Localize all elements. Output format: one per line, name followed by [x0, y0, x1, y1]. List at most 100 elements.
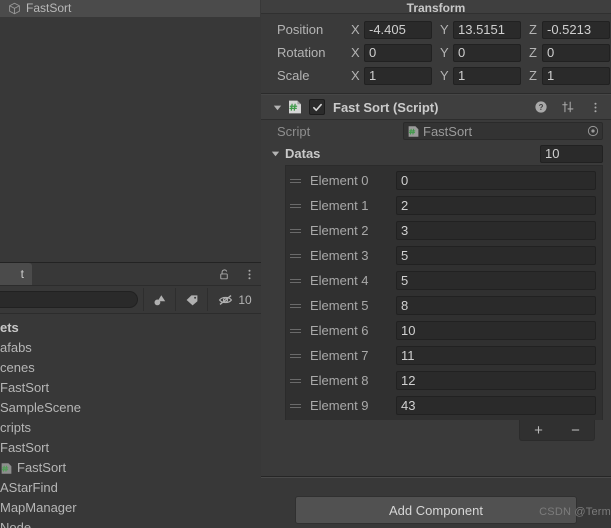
- project-list-item-label: FastSort: [17, 460, 67, 475]
- project-list-item[interactable]: FastSort: [0, 378, 261, 398]
- component-header-actions: ?: [533, 99, 605, 115]
- project-list-item[interactable]: Node: [0, 518, 261, 528]
- scale-z-field[interactable]: 1: [542, 66, 610, 85]
- project-list-item-label: Node: [0, 520, 32, 528]
- project-list-item[interactable]: ets: [0, 318, 261, 338]
- rotation-y-field[interactable]: 0: [453, 43, 521, 62]
- left-column: FastSort t 10 ets afabs cenes FastSort S…: [0, 0, 261, 528]
- hierarchy-empty-area[interactable]: [0, 17, 260, 262]
- axis-label-x: X: [351, 22, 360, 37]
- project-list-item-label: MapManager: [0, 500, 77, 515]
- script-field-label: Script: [277, 123, 311, 139]
- datas-element-row: Element 8 12: [286, 368, 602, 393]
- project-list-item[interactable]: MapManager: [0, 498, 261, 518]
- project-tab-actions: [216, 263, 257, 285]
- datas-element-value-field[interactable]: 2: [396, 196, 596, 215]
- hierarchy-item-fastsort[interactable]: FastSort: [0, 0, 260, 17]
- transform-label-position: Position: [277, 22, 324, 37]
- axis-label-x: X: [351, 68, 360, 83]
- drag-handle-icon[interactable]: [290, 299, 304, 313]
- drag-handle-icon[interactable]: [290, 374, 304, 388]
- datas-element-value-field[interactable]: 3: [396, 221, 596, 240]
- add-element-button[interactable]: +: [520, 420, 557, 440]
- csharp-script-icon: [408, 125, 419, 137]
- lock-open-icon[interactable]: [216, 266, 232, 282]
- drag-handle-icon[interactable]: [290, 249, 304, 263]
- datas-element-label: Element 4: [310, 273, 369, 288]
- drag-handle-icon[interactable]: [290, 199, 304, 213]
- tab-project[interactable]: t: [0, 263, 32, 285]
- axis-label-z: Z: [529, 68, 537, 83]
- fastsort-component-body: Script FastSort Datas 10 Element 0 0 Ele…: [261, 120, 611, 444]
- datas-element-value-field[interactable]: 5: [396, 271, 596, 290]
- position-y-field[interactable]: 13.5151: [453, 20, 521, 39]
- object-filter-icon[interactable]: [143, 288, 176, 311]
- datas-element-value-field[interactable]: 0: [396, 171, 596, 190]
- project-list-item-label: FastSort: [0, 380, 50, 395]
- svg-text:?: ?: [539, 103, 544, 112]
- visibility-filter[interactable]: 10: [207, 288, 261, 311]
- rotation-x-field[interactable]: 0: [364, 43, 432, 62]
- search-input[interactable]: [0, 291, 138, 308]
- scale-y-field[interactable]: 1: [453, 66, 521, 85]
- position-x-field[interactable]: -4.405: [364, 20, 432, 39]
- project-list-item[interactable]: cenes: [0, 358, 261, 378]
- datas-element-value-field[interactable]: 43: [396, 396, 596, 415]
- datas-element-value-field[interactable]: 5: [396, 246, 596, 265]
- rotation-z-field[interactable]: 0: [542, 43, 610, 62]
- project-list-item[interactable]: AStarFind: [0, 478, 261, 498]
- drag-handle-icon[interactable]: [290, 349, 304, 363]
- drag-handle-icon[interactable]: [290, 224, 304, 238]
- project-item-list[interactable]: ets afabs cenes FastSort SampleScene cripts Fa…: [0, 314, 261, 528]
- datas-element-row: Element 6 10: [286, 318, 602, 343]
- kebab-menu-icon[interactable]: [587, 99, 603, 115]
- preset-icon[interactable]: [560, 99, 576, 115]
- drag-handle-icon[interactable]: [290, 274, 304, 288]
- drag-handle-icon[interactable]: [290, 399, 304, 413]
- script-field-row: Script FastSort: [261, 120, 611, 142]
- datas-element-label: Element 3: [310, 248, 369, 263]
- project-toolbar: 10: [0, 286, 261, 314]
- label-filter-icon[interactable]: [175, 288, 208, 311]
- project-list-item[interactable]: cripts: [0, 418, 261, 438]
- project-list-item-label: SampleScene: [0, 400, 81, 415]
- foldout-triangle-down-icon[interactable]: [271, 101, 284, 114]
- datas-element-value-field[interactable]: 12: [396, 371, 596, 390]
- drag-handle-icon[interactable]: [290, 174, 304, 188]
- datas-array-foldout-row[interactable]: Datas 10: [261, 142, 611, 165]
- component-enabled-checkbox[interactable]: [309, 99, 325, 115]
- datas-element-row: Element 2 3: [286, 218, 602, 243]
- watermark-text: CSDN @Term: [539, 506, 611, 518]
- help-icon[interactable]: ?: [533, 99, 549, 115]
- script-object-field[interactable]: FastSort: [403, 122, 603, 140]
- project-list-item[interactable]: FastSort: [0, 438, 261, 458]
- fastsort-component-header[interactable]: Fast Sort (Script) ?: [261, 94, 611, 120]
- datas-element-value-field[interactable]: 8: [396, 296, 596, 315]
- unity-editor-window: FastSort t 10 ets afabs cenes FastSort S…: [0, 0, 611, 528]
- datas-element-row: Element 5 8: [286, 293, 602, 318]
- datas-array-size-field[interactable]: 10: [540, 144, 603, 163]
- drag-handle-icon[interactable]: [290, 324, 304, 338]
- axis-label-y: Y: [440, 22, 449, 37]
- list-add-remove-buttons: + −: [519, 420, 595, 441]
- remove-element-button[interactable]: −: [557, 420, 594, 440]
- csharp-script-icon: [289, 100, 301, 114]
- datas-element-value-field[interactable]: 10: [396, 321, 596, 340]
- position-z-field[interactable]: -0.5213: [542, 20, 610, 39]
- hierarchy-panel: FastSort: [0, 0, 261, 262]
- scale-x-field[interactable]: 1: [364, 66, 432, 85]
- project-tab-bar: t: [0, 263, 261, 286]
- foldout-triangle-down-icon[interactable]: [269, 147, 282, 160]
- project-list-item[interactable]: afabs: [0, 338, 261, 358]
- add-component-button[interactable]: Add Component: [295, 496, 577, 524]
- axis-label-y: Y: [440, 45, 449, 60]
- kebab-menu-icon[interactable]: [241, 266, 257, 282]
- project-list-item[interactable]: SampleScene: [0, 398, 261, 418]
- transform-component-header[interactable]: Transform: [261, 0, 611, 14]
- transform-label-scale: Scale: [277, 68, 310, 83]
- object-picker-icon[interactable]: [586, 125, 599, 138]
- datas-element-value-field[interactable]: 11: [396, 346, 596, 365]
- project-list-item[interactable]: FastSort: [0, 458, 261, 478]
- inspector-panel: Transform Position X -4.405 Y 13.5151 Z …: [261, 0, 611, 528]
- datas-element-label: Element 8: [310, 373, 369, 388]
